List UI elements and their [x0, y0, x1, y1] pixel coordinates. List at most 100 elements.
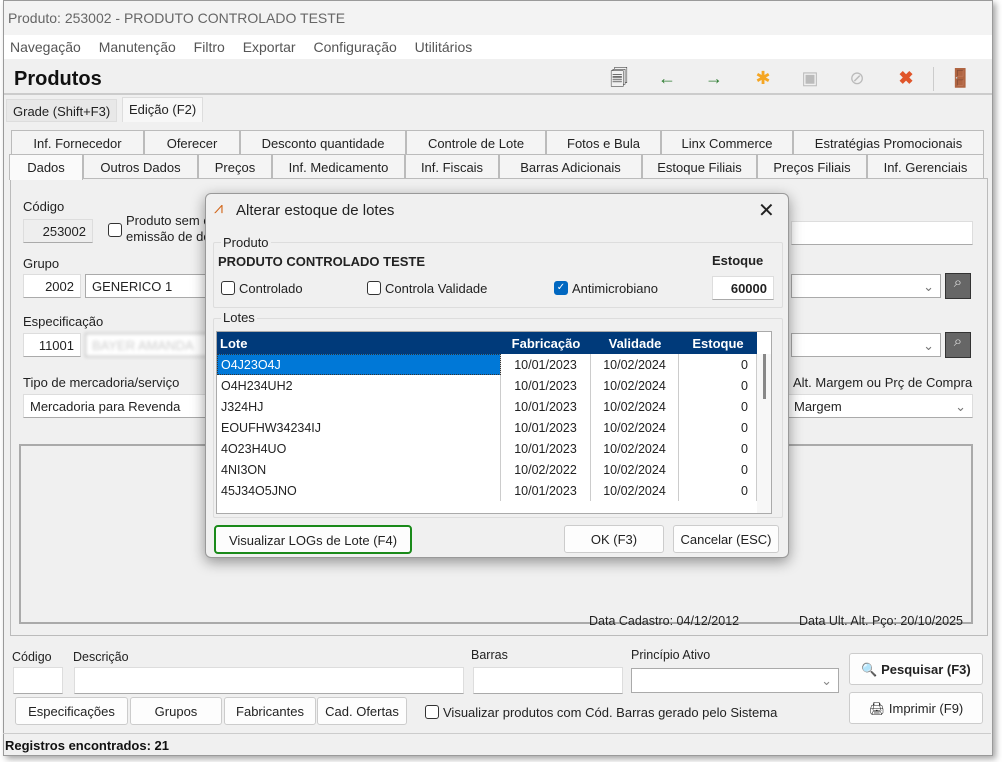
menu-exportar[interactable]: Exportar [243, 39, 296, 55]
cancel-icon[interactable]: ⊘ [846, 67, 868, 89]
tab-edicao[interactable]: Edição (F2) [122, 97, 204, 122]
tab-inf-fiscais[interactable]: Inf. Fiscais [405, 154, 499, 178]
codigo-field[interactable]: 253002 [23, 219, 93, 243]
grid-cell[interactable]: 10/02/2024 [591, 354, 679, 375]
lote-cell[interactable]: J324HJ [217, 396, 501, 417]
grupo-name-field[interactable]: GENERICO 1 [85, 274, 215, 298]
column-header-3[interactable]: Estoque [679, 332, 757, 354]
delete-icon[interactable]: ✖ [895, 67, 917, 89]
grid-cell[interactable]: 10/02/2024 [591, 459, 679, 480]
espec-code-field[interactable]: 11001 [23, 333, 81, 357]
grid-cell[interactable]: 10/01/2023 [501, 417, 591, 438]
lote-cell[interactable]: 4O23H4UO [217, 438, 501, 459]
menu-filtro[interactable]: Filtro [194, 39, 225, 55]
antimicrobiano-checkbox[interactable]: ✓ [554, 281, 568, 295]
column-header-2[interactable]: Validade [591, 332, 679, 354]
menu-navegacao[interactable]: Navegação [10, 39, 81, 55]
grid-cell[interactable]: 10/02/2024 [591, 396, 679, 417]
especificacoes-button[interactable]: Especificações [15, 697, 128, 725]
tab-inf-fornecedor[interactable]: Inf. Fornecedor [11, 130, 144, 154]
ok-button[interactable]: OK (F3) [564, 525, 664, 553]
grupo-code-field[interactable]: 2002 [23, 274, 81, 298]
tab-linx-commerce[interactable]: Linx Commerce [661, 130, 793, 154]
grid-cell[interactable]: 10/02/2024 [591, 438, 679, 459]
search-descricao-input[interactable] [74, 667, 464, 694]
grid-cell[interactable]: 10/02/2024 [591, 417, 679, 438]
tab-inf-gerenciais[interactable]: Inf. Gerenciais [867, 154, 984, 178]
imprimir-button[interactable]: 🖨 Imprimir (F9) [849, 692, 983, 724]
scrollbar-thumb[interactable] [763, 354, 766, 399]
estoque-field[interactable]: 60000 [712, 276, 774, 300]
status-bar: Registros encontrados: 21 [3, 733, 991, 755]
grupo-search-icon[interactable]: ⌕ [945, 273, 971, 299]
fabricantes-button[interactable]: Fabricantes [224, 697, 316, 725]
column-header-0[interactable]: Lote [217, 332, 501, 354]
grid-cell[interactable]: 10/01/2023 [501, 480, 591, 501]
menu-utilitarios[interactable]: Utilitários [415, 39, 473, 55]
grid-cell[interactable]: 10/02/2024 [591, 375, 679, 396]
espec-search-icon[interactable]: ⌕ [945, 332, 971, 358]
tab-inf-medicamento[interactable]: Inf. Medicamento [272, 154, 405, 178]
lote-cell[interactable]: EOUFHW34234IJ [217, 417, 501, 438]
save-icon[interactable]: ▣ [799, 67, 821, 89]
tab-estoque-filiais[interactable]: Estoque Filiais [642, 154, 757, 178]
tab-dados[interactable]: Dados [9, 154, 83, 180]
arrow-right-icon[interactable]: → [703, 67, 725, 89]
lote-cell[interactable]: 45J34O5JNO [217, 480, 501, 501]
tipo-select[interactable]: Mercadoria para Revenda [23, 394, 213, 418]
grid-cell[interactable]: 10/01/2023 [501, 438, 591, 459]
menu-manutencao[interactable]: Manutenção [99, 39, 176, 55]
grid-cell[interactable]: 10/02/2022 [501, 459, 591, 480]
alt-select[interactable]: Margem ⌄ [787, 394, 973, 418]
grid-scrollbar[interactable] [757, 354, 771, 513]
lote-cell[interactable]: 4NI3ON [217, 459, 501, 480]
tab-precos-filiais[interactable]: Preços Filiais [757, 154, 867, 178]
controla-validade-checkbox[interactable] [367, 281, 381, 295]
search-barras-input[interactable] [473, 667, 623, 694]
grupos-button[interactable]: Grupos [130, 697, 222, 725]
grupo-dropdown[interactable]: ⌄ [791, 274, 941, 298]
tab-estrategias-promocionais[interactable]: Estratégias Promocionais [793, 130, 984, 154]
grid-cell[interactable]: 10/01/2023 [501, 375, 591, 396]
grid-cell[interactable]: 0 [679, 396, 757, 417]
menu-configuracao[interactable]: Configuração [314, 39, 397, 55]
grid-cell[interactable]: 10/02/2024 [591, 480, 679, 501]
cod-barras-checkbox[interactable] [425, 705, 439, 719]
grid-cell[interactable]: 0 [679, 375, 757, 396]
descricao-field[interactable] [791, 221, 973, 245]
grid-cell[interactable]: 0 [679, 354, 757, 375]
cad-ofertas-button[interactable]: Cad. Ofertas [317, 697, 407, 725]
tab-fotos-e-bula[interactable]: Fotos e Bula [546, 130, 661, 154]
espec-name-field[interactable]: BAYER AMANDA [85, 333, 215, 357]
tab-outros-dados[interactable]: Outros Dados [83, 154, 198, 178]
new-icon[interactable]: ✱ [752, 67, 774, 89]
tab-barras-adicionais[interactable]: Barras Adicionais [499, 154, 642, 178]
tab-oferecer[interactable]: Oferecer [144, 130, 240, 154]
produto-sem-checkbox[interactable] [108, 223, 122, 237]
close-icon[interactable]: ✕ [758, 198, 775, 223]
visualizar-logs-button[interactable]: Visualizar LOGs de Lote (F4) [214, 525, 412, 554]
lote-cell[interactable]: O4H234UH2 [217, 375, 501, 396]
grid-cell[interactable]: 10/01/2023 [501, 354, 591, 375]
grid-cell[interactable]: 0 [679, 417, 757, 438]
espec-dropdown[interactable]: ⌄ [791, 333, 941, 357]
column-header-1[interactable]: Fabricação [501, 332, 591, 354]
copy-icon[interactable]: 🗐 [608, 67, 630, 89]
grid-cell[interactable]: 0 [679, 459, 757, 480]
pesquisar-button[interactable]: 🔍 Pesquisar (F3) [849, 653, 983, 685]
cancelar-button[interactable]: Cancelar (ESC) [673, 525, 779, 553]
search-principio-dropdown[interactable]: ⌄ [631, 668, 839, 693]
tab-precos[interactable]: Preços [198, 154, 272, 178]
search-codigo-input[interactable] [13, 667, 63, 694]
grid-cell[interactable]: 0 [679, 480, 757, 501]
grid-cell[interactable]: 10/01/2023 [501, 396, 591, 417]
tab-controle-de-lote[interactable]: Controle de Lote [406, 130, 546, 154]
controlado-checkbox[interactable] [221, 281, 235, 295]
lote-cell[interactable]: O4J23O4J [217, 354, 501, 375]
lotes-grid[interactable]: Lote Fabricação Validade Estoque O4J23O4J 10/… [216, 331, 772, 514]
exit-icon[interactable]: 🚪 [949, 67, 971, 89]
grid-cell[interactable]: 0 [679, 438, 757, 459]
tab-grade[interactable]: Grade (Shift+F3) [6, 99, 118, 122]
tab-desconto-quantidade[interactable]: Desconto quantidade [240, 130, 406, 154]
arrow-left-icon[interactable]: ← [656, 67, 678, 89]
